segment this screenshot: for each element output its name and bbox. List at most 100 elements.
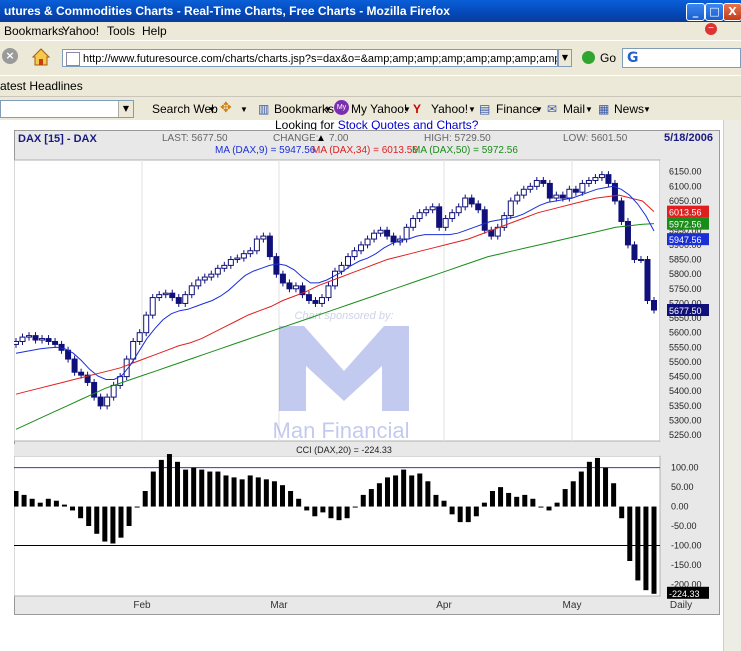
cci-bar xyxy=(53,500,59,507)
candle-body xyxy=(475,203,482,211)
quote-change-value: 7.00 xyxy=(329,133,349,144)
chevron-down-icon[interactable]: ▼ xyxy=(240,105,248,114)
latest-headlines-bookmark[interactable]: atest Headlines xyxy=(0,79,83,93)
candle-body xyxy=(45,338,52,342)
quote-symbol: DAX [15] - DAX xyxy=(18,133,97,145)
cci-bar xyxy=(441,500,447,507)
cci-bar xyxy=(312,506,318,517)
cci-bar xyxy=(175,461,181,507)
cci-bar xyxy=(562,489,568,507)
price-tick-label: 5500.00 xyxy=(669,357,702,367)
candle-body xyxy=(462,197,469,208)
cci-bar xyxy=(594,457,600,507)
cci-bar xyxy=(21,494,27,507)
minimize-button[interactable]: _ xyxy=(686,3,705,21)
candle-body xyxy=(514,194,521,202)
chevron-down-icon[interactable]: ▼ xyxy=(403,105,411,114)
watermark-sponsor: Chart sponsored by: xyxy=(294,310,393,322)
search-box[interactable]: G xyxy=(622,48,741,68)
cci-bar xyxy=(635,506,641,581)
go-button[interactable]: Go xyxy=(600,51,616,65)
url-dropdown-button[interactable]: ▼ xyxy=(558,49,572,67)
mail-button[interactable]: Mail xyxy=(563,102,585,116)
go-icon[interactable] xyxy=(582,51,595,64)
my-yahoo-icon: My xyxy=(334,100,349,115)
home-icon[interactable] xyxy=(30,46,52,68)
candle-body xyxy=(325,285,332,299)
candle-body xyxy=(273,256,280,275)
cci-bar xyxy=(481,502,487,507)
cci-bar xyxy=(578,471,584,507)
cci-bar xyxy=(320,506,326,513)
candle-body xyxy=(149,297,156,316)
cci-bar xyxy=(29,498,35,507)
menu-tools[interactable]: Tools xyxy=(107,24,135,38)
vertical-scrollbar[interactable] xyxy=(723,120,741,651)
price-tick-label: 6050.00 xyxy=(669,196,702,206)
candle-body xyxy=(429,206,436,211)
candle-body xyxy=(468,197,475,205)
cci-bar xyxy=(570,481,576,507)
candle-body xyxy=(592,177,599,181)
cci-bar xyxy=(603,467,609,507)
maximize-button[interactable]: □ xyxy=(705,3,724,21)
price-tick-label: 5600.00 xyxy=(669,328,702,338)
candle-body xyxy=(130,340,137,360)
finance-button[interactable]: Finance xyxy=(496,102,539,116)
menu-bookmarks[interactable]: Bookmarks xyxy=(4,24,64,38)
dax-chart: Feb Mar Apr May Daily Chart sponsored by: Man … xyxy=(14,159,718,611)
chevron-down-icon[interactable]: ▼ xyxy=(118,101,133,117)
news-icon: ▦ xyxy=(598,102,610,116)
candle-body xyxy=(91,381,98,398)
candle-body xyxy=(169,292,176,299)
candle-body xyxy=(533,179,540,187)
stop-icon[interactable]: × xyxy=(2,48,18,64)
menu-yahoo[interactable]: Yahoo! xyxy=(62,24,99,38)
candle-body xyxy=(71,358,78,373)
chevron-down-icon[interactable]: ▼ xyxy=(643,105,651,114)
highlight-icon[interactable]: ✥ xyxy=(220,99,232,116)
candle-body xyxy=(240,253,247,259)
candle-body xyxy=(520,188,527,196)
candle-body xyxy=(26,335,33,338)
window-title: utures & Commodities Charts - Real-Time … xyxy=(4,4,450,18)
finance-icon: ▤ xyxy=(479,102,491,116)
cci-bar xyxy=(70,506,76,511)
legend-ma50: MA (DAX,50) = 5972.56 xyxy=(412,145,518,156)
ma34-price-tag: 6013.56 xyxy=(669,208,702,218)
candle-body xyxy=(618,200,625,222)
chevron-down-icon[interactable]: ▼ xyxy=(468,105,476,114)
cci-bar xyxy=(207,471,213,507)
candle-body xyxy=(182,294,189,304)
candle-body xyxy=(214,267,221,275)
my-yahoo-button[interactable]: My Yahoo! xyxy=(351,102,407,116)
legend-ma34: MA (DAX,34) = 6013.56 xyxy=(312,145,418,156)
cci-bar xyxy=(231,477,237,507)
yahoo-button[interactable]: Yahoo! xyxy=(431,102,468,116)
candle-body xyxy=(260,235,267,240)
candle-body xyxy=(377,229,384,234)
candle-body xyxy=(305,294,312,301)
url-input[interactable]: http://www.futuresource.com/charts/chart… xyxy=(62,49,558,67)
candle-body xyxy=(292,285,299,290)
price-tick-label: 5850.00 xyxy=(669,255,702,265)
price-tick-label: 5350.00 xyxy=(669,401,702,411)
cci-bar xyxy=(239,479,245,507)
cci-bar xyxy=(344,506,350,519)
menu-help[interactable]: Help xyxy=(142,24,167,38)
cci-tick-label: -50.00 xyxy=(671,521,697,531)
chevron-down-icon[interactable]: ▼ xyxy=(324,105,332,114)
close-window-button[interactable]: X xyxy=(723,3,741,21)
yahoo-icon: Y xyxy=(413,102,422,116)
chevron-down-icon[interactable]: ▼ xyxy=(535,105,543,114)
news-button[interactable]: News xyxy=(614,102,644,116)
x-axis-label: Feb xyxy=(133,600,151,611)
chevron-down-icon[interactable]: ▼ xyxy=(585,105,593,114)
cci-title: CCI (DAX,20) = -224.33 xyxy=(296,445,392,455)
cci-bar xyxy=(336,506,342,521)
window-titlebar: utures & Commodities Charts - Real-Time … xyxy=(0,0,741,22)
candle-body xyxy=(507,200,514,217)
chevron-down-icon[interactable]: ▼ xyxy=(208,105,216,114)
candle-body xyxy=(384,229,391,237)
yahoo-search-input[interactable]: ▼ xyxy=(0,100,134,118)
